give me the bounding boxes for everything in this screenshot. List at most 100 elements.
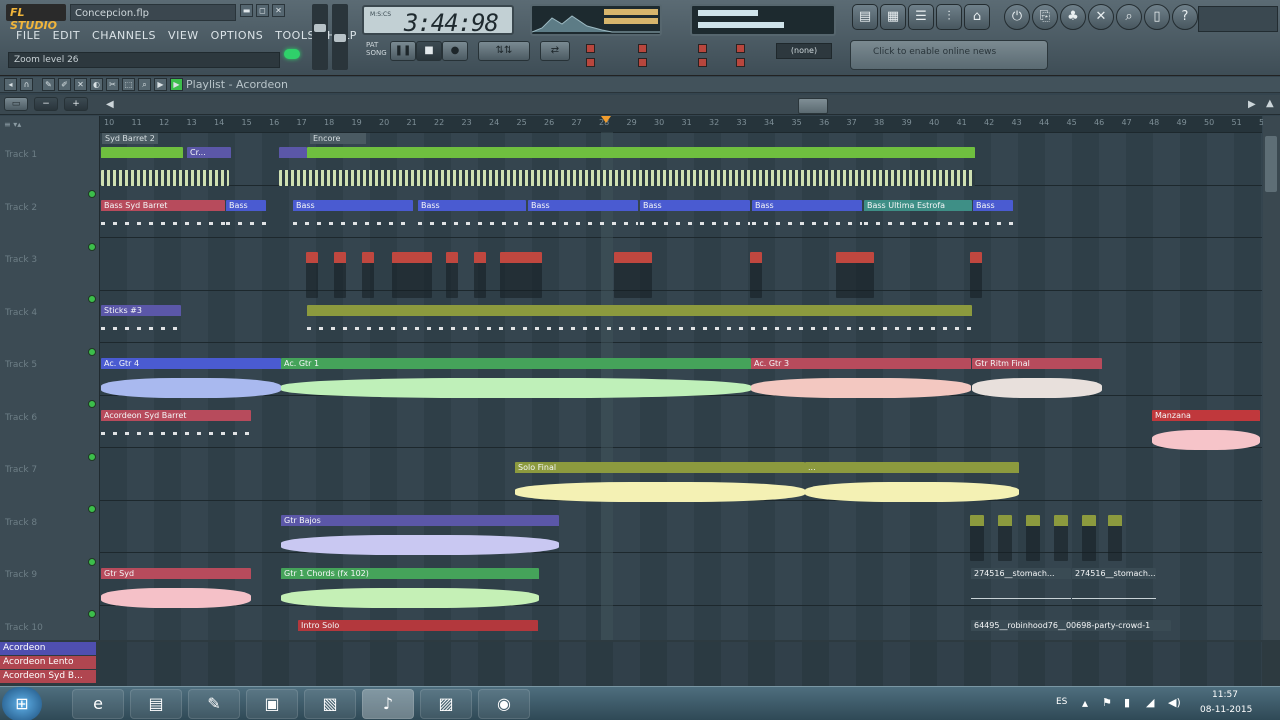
short-clip[interactable] xyxy=(1108,515,1122,561)
track-enable-led[interactable] xyxy=(88,347,96,356)
typing-keyboard-toggle[interactable] xyxy=(586,44,595,53)
pattern-clip[interactable]: Bass xyxy=(973,200,1013,246)
pattern-item[interactable]: Acordeon Lento xyxy=(0,656,96,669)
short-clip[interactable] xyxy=(1026,515,1040,561)
slice-tool-icon[interactable]: ✂ xyxy=(106,78,119,91)
clip[interactable] xyxy=(307,147,975,159)
search-icon[interactable]: ⌕ xyxy=(1116,4,1142,30)
track-header-options[interactable]: ≡ ▾▴ xyxy=(4,120,21,129)
power-icon[interactable]: ⏻ xyxy=(1004,4,1030,30)
track-name[interactable]: Track 7 xyxy=(5,465,37,475)
audio-clip[interactable]: Ac. Gtr 1 xyxy=(281,358,751,404)
minimize-icon[interactable]: ▬ xyxy=(240,4,253,17)
short-clip[interactable] xyxy=(1054,515,1068,561)
playlist-window-icon[interactable]: ▤ xyxy=(852,4,878,30)
online-news-panel[interactable]: Click to enable online news xyxy=(850,40,1048,70)
pattern-clip[interactable]: Bass xyxy=(226,200,266,246)
help-icon[interactable]: ? xyxy=(1172,4,1198,30)
audio-clip[interactable]: Gtr Syd xyxy=(101,568,251,614)
pattern-clip[interactable]: Bass xyxy=(528,200,638,246)
select-tool-icon[interactable]: ⬚ xyxy=(122,78,135,91)
drum-clip[interactable] xyxy=(474,252,486,298)
drum-clip[interactable] xyxy=(362,252,374,298)
zoom-out-button[interactable]: − xyxy=(34,97,58,111)
folder-icon[interactable]: ▣ xyxy=(246,689,298,719)
track-name[interactable]: Track 10 xyxy=(5,623,43,633)
clip[interactable]: 274516__stomach... xyxy=(971,568,1071,614)
overdub-toggle[interactable] xyxy=(736,58,745,67)
blend-notes-toggle[interactable] xyxy=(638,44,647,53)
show-hidden-icon[interactable]: ▴ xyxy=(1082,696,1088,710)
network-icon[interactable]: ◢ xyxy=(1146,696,1154,709)
pattern-clip[interactable] xyxy=(307,305,972,351)
plugin-icon[interactable]: ♣ xyxy=(1060,4,1086,30)
track-name[interactable]: Track 6 xyxy=(5,413,37,423)
drum-clip[interactable] xyxy=(334,252,346,298)
short-clip[interactable] xyxy=(1082,515,1096,561)
volume-icon[interactable]: ◀) xyxy=(1168,696,1181,709)
metronome-toggle[interactable] xyxy=(638,58,647,67)
song-marker[interactable]: Syd Barret 2 xyxy=(102,133,158,144)
paint-app-icon[interactable]: ✎ xyxy=(188,689,240,719)
drum-clip[interactable] xyxy=(446,252,458,298)
stop-button[interactable]: ■ xyxy=(416,41,442,61)
clip[interactable]: 64495__robinhood76__00698-party-crowd-1 xyxy=(971,620,1171,632)
short-clip[interactable] xyxy=(970,515,984,561)
audio-clip[interactable]: Ac. Gtr 3 xyxy=(751,358,971,404)
zoom-tool-icon[interactable]: ⌕ xyxy=(138,78,151,91)
clip[interactable]: 274516__stomach... xyxy=(1072,568,1156,614)
countdown-toggle[interactable] xyxy=(698,58,707,67)
song-marker[interactable]: Encore xyxy=(310,133,366,144)
fl-studio-taskbar-icon[interactable]: ♪ xyxy=(362,689,414,719)
track-enable-led[interactable] xyxy=(88,505,96,513)
close-icon[interactable]: ✕ xyxy=(272,4,285,17)
track-name[interactable]: Track 1 xyxy=(5,150,37,160)
clip[interactable] xyxy=(101,170,229,186)
drum-clip[interactable] xyxy=(500,252,542,298)
clip[interactable] xyxy=(279,170,975,186)
track-enable-led[interactable] xyxy=(88,400,96,408)
pattern-clip[interactable]: Bass Ultima Estrofa xyxy=(864,200,972,246)
vertical-scroll-thumb[interactable] xyxy=(1265,136,1277,192)
drum-clip[interactable] xyxy=(614,252,652,298)
clipboard-icon[interactable]: ▯ xyxy=(1144,4,1170,30)
drum-clip[interactable] xyxy=(836,252,874,298)
notes-icon[interactable]: ▨ xyxy=(420,689,472,719)
zoom-in-button[interactable]: + xyxy=(64,97,88,111)
render-icon[interactable]: ⎘ xyxy=(1032,4,1058,30)
pattern-clip[interactable]: Sticks #3 xyxy=(101,305,181,351)
camera-icon[interactable]: ◉ xyxy=(478,689,530,719)
pattern-clip[interactable]: Bass xyxy=(640,200,750,246)
track-enable-led[interactable] xyxy=(88,610,96,618)
pattern-item[interactable]: Acordeon Syd B... xyxy=(0,670,96,683)
pattern-clip[interactable]: Bass xyxy=(293,200,413,246)
track-enable-led[interactable] xyxy=(88,557,96,566)
loop-record-toggle[interactable] xyxy=(736,44,745,53)
short-clip[interactable] xyxy=(998,515,1012,561)
clip[interactable]: Cr... xyxy=(187,147,231,159)
delete-tool-icon[interactable]: ✕ xyxy=(74,78,87,91)
vertical-scrollbar[interactable]: ▲ xyxy=(1263,98,1280,640)
track-name[interactable]: Track 3 xyxy=(5,255,37,265)
browser-icon[interactable]: ⌂ xyxy=(964,4,990,30)
horizontal-scroll-thumb[interactable] xyxy=(798,98,828,114)
track-name[interactable]: Track 4 xyxy=(5,308,37,318)
input-language[interactable]: ES xyxy=(1056,697,1067,707)
clock-time[interactable]: 11:57 xyxy=(1212,690,1238,700)
audio-clip[interactable]: Ac. Gtr 4 xyxy=(101,358,281,404)
mute-tool-icon[interactable]: ◐ xyxy=(90,78,103,91)
snap-selector[interactable]: (none) xyxy=(776,43,832,59)
pattern-item[interactable]: Acordeon xyxy=(0,642,96,655)
flag-icon[interactable]: ⚑ xyxy=(1102,696,1112,709)
master-pitch-fader[interactable] xyxy=(332,4,348,70)
menu-edit[interactable]: EDIT xyxy=(47,27,86,45)
audio-clip[interactable]: Gtr Ritm Final xyxy=(972,358,1102,404)
restore-icon[interactable]: ◻ xyxy=(256,4,269,17)
channel-rack-icon[interactable]: ☰ xyxy=(908,4,934,30)
horizontal-scrollbar[interactable]: ▭ − + ◀ ▶ xyxy=(0,95,1280,115)
song-time-display[interactable]: M:S:CS 3:44:98 xyxy=(362,5,514,37)
paint-tool-icon[interactable]: ✐ xyxy=(58,78,71,91)
scroll-right-icon[interactable]: ▶ xyxy=(1248,99,1256,110)
track-enable-led[interactable] xyxy=(88,242,96,251)
view-toggle-button[interactable]: ▭ xyxy=(4,97,28,111)
